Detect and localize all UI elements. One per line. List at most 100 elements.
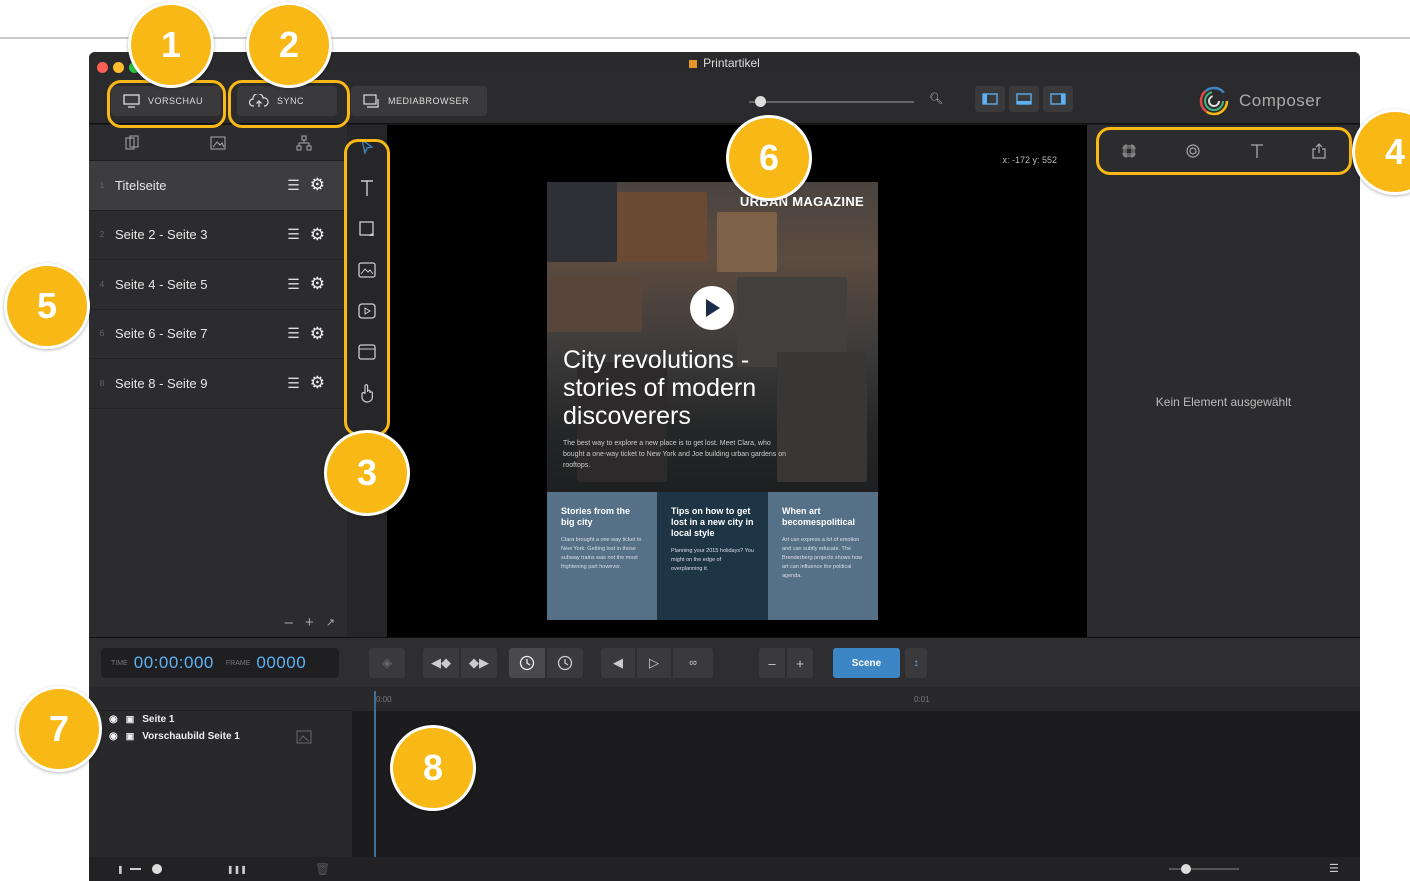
add-keyframe-button[interactable]: ◈ (369, 648, 405, 678)
gear-icon[interactable]: ⚙ (310, 274, 325, 294)
time-mark: 0:00 (376, 695, 392, 704)
column-text: Planning your 2015 holidays? You might o… (671, 548, 754, 572)
time-mark: 0:01 (914, 695, 930, 704)
eye-icon[interactable]: ◉ (109, 731, 118, 742)
page-item[interactable]: 8 Seite 8 - Seite 9 ☰ ⚙ (89, 359, 347, 409)
page-label: Seite 6 - Seite 7 (115, 326, 208, 342)
status-bar: ❚ ❚❚❚ 🗑︎ ☰ (89, 857, 1360, 881)
loop-button[interactable]: ∞ (673, 648, 713, 678)
timeline-zoom-slider[interactable]: ❚ ❚❚❚ (117, 864, 247, 874)
mediabrowser-button[interactable]: MEDIABROWSER (351, 86, 487, 116)
page-item[interactable]: 4 Seite 4 - Seite 5 ☰ ⚙ (89, 260, 347, 310)
menu-icon[interactable]: ☰ (1329, 862, 1339, 875)
rewind-button[interactable]: ◀ (601, 648, 635, 678)
clock-icon (557, 655, 573, 671)
layer-row[interactable]: ◉ ▣ Seite 1 (89, 711, 352, 728)
keyframe-nav-group: ◀◆ ◆▶ (423, 648, 497, 678)
list-icon[interactable]: ☰ (287, 325, 300, 342)
zoom-slider-track[interactable] (749, 101, 914, 103)
layer-label: Seite 1 (142, 714, 175, 725)
list-icon[interactable]: ☰ (287, 226, 300, 243)
layers-header (89, 687, 352, 711)
close-window-button[interactable] (97, 62, 108, 73)
minimize-window-button[interactable] (113, 62, 124, 73)
callout-badge: 8 (390, 725, 476, 811)
list-icon[interactable]: ☰ (287, 276, 300, 293)
scene-button[interactable]: Scene (833, 648, 900, 678)
canvas-zoom-slider[interactable] (1169, 864, 1239, 874)
eye-icon[interactable]: ◉ (109, 714, 118, 725)
document-icon (689, 59, 698, 68)
pages-panel-tabs (89, 125, 347, 161)
scene-info-button[interactable]: ↕ (905, 648, 927, 678)
layer-row[interactable]: ◉ ▣ Vorschaubild Seite 1 (89, 728, 352, 745)
zoom-group: – + (759, 648, 813, 678)
add-page-button[interactable]: + (305, 614, 314, 631)
timeline-track-area[interactable]: 0:00 0:01 (352, 687, 1360, 857)
time-value: 00:00:000 (133, 653, 214, 672)
callout-badge: 5 (4, 263, 90, 349)
remove-page-button[interactable]: – (285, 614, 293, 631)
page-label: Seite 8 - Seite 9 (115, 375, 208, 391)
page-label: Seite 2 - Seite 3 (115, 227, 208, 243)
mediabrowser-label: MEDIABROWSER (388, 96, 470, 106)
cover-headline: City revolutions - stories of modern dis… (563, 346, 757, 430)
editor-canvas[interactable]: x: -172 y: 552 URBAN MAGAZINE City revol… (387, 125, 1087, 637)
inspector-panel: Kein Element ausgewählt (1087, 125, 1360, 637)
pages-tab-icon[interactable] (124, 135, 140, 151)
page-item[interactable]: 6 Seite 6 - Seite 7 ☰ ⚙ (89, 310, 347, 359)
prev-keyframe-button[interactable]: ◀◆ (423, 648, 459, 678)
time-label: TIME (111, 659, 128, 667)
layout-left-panel-button[interactable] (975, 86, 1005, 112)
layout-bottom-panel-button[interactable] (1009, 86, 1039, 112)
lock-icon[interactable]: ▣ (126, 731, 135, 742)
media-stack-icon (363, 93, 379, 108)
magazine-page[interactable]: URBAN MAGAZINE City revolutions - storie… (547, 182, 878, 620)
gear-icon[interactable]: ⚙ (310, 175, 325, 195)
article-column: Tips on how to get lost in a new city in… (657, 492, 768, 620)
page-item[interactable]: 1 Titelseite ☰ ⚙ (89, 161, 347, 211)
page-label: Titelseite (115, 177, 167, 193)
hierarchy-tab-icon[interactable] (296, 135, 312, 151)
expand-icon[interactable]: ↗ (326, 616, 335, 629)
callout-badge: 3 (324, 430, 410, 516)
page-actions: – + ↗ (285, 614, 335, 631)
gear-icon[interactable]: ⚙ (310, 324, 325, 344)
lock-icon[interactable]: ▣ (126, 714, 135, 725)
zoom-slider-knob[interactable] (755, 96, 766, 107)
layout-right-panel-button[interactable] (1043, 86, 1073, 112)
column-title: Stories from the big city (561, 506, 631, 527)
article-column: Stories from the big city Clara brought … (547, 492, 657, 620)
trash-icon[interactable]: 🗑︎ (315, 862, 330, 876)
list-icon[interactable]: ☰ (287, 177, 300, 194)
cover-lead: The best way to explore a new place is t… (563, 440, 786, 469)
play-button[interactable]: ▷ (637, 648, 671, 678)
playhead[interactable] (374, 691, 376, 857)
clock-group (509, 648, 583, 678)
callout-badge: 4 (1352, 109, 1410, 195)
next-keyframe-button[interactable]: ◆▶ (461, 648, 497, 678)
list-icon[interactable]: ☰ (287, 375, 300, 392)
callout-badge: 7 (16, 686, 102, 772)
zoom-in-button[interactable]: + (787, 648, 813, 678)
zoom-out-button[interactable]: – (759, 648, 785, 678)
timecode-display[interactable]: TIME 00:00:000 FRAME 00000 (101, 648, 339, 678)
magnifier-icon: 🔍︎ (929, 93, 943, 105)
column-title: When art becomespolitical (782, 506, 856, 527)
page-number: 8 (99, 378, 105, 388)
page-number: 2 (99, 230, 105, 240)
page-item[interactable]: 2 Seite 2 - Seite 3 ☰ ⚙ (89, 211, 347, 260)
column-text: Clara brought a one way ticket to New Yo… (561, 537, 642, 570)
window-title: Printartikel (703, 56, 760, 70)
gear-icon[interactable]: ⚙ (310, 225, 325, 245)
page-number: 1 (99, 180, 105, 190)
clock-button[interactable] (509, 648, 545, 678)
layer-image-icon (296, 730, 312, 743)
clock-alt-button[interactable] (547, 648, 583, 678)
play-video-button[interactable] (690, 286, 734, 330)
image-tab-icon[interactable] (210, 136, 226, 150)
article-column: When art becomespolitical Art can expres… (768, 492, 878, 620)
gear-icon[interactable]: ⚙ (310, 373, 325, 393)
highlight-inspector-tabs (1096, 127, 1352, 175)
cursor-coordinates: x: -172 y: 552 (1002, 155, 1057, 165)
